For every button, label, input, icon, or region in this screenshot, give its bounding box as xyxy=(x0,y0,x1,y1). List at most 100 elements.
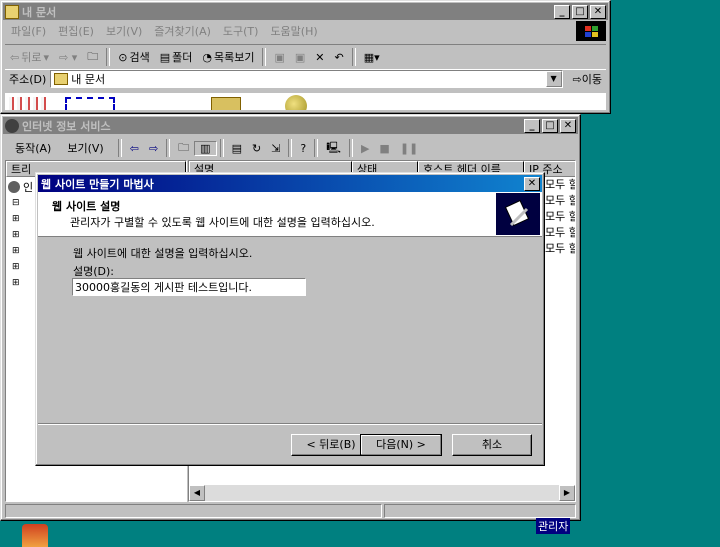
folder-icon[interactable] xyxy=(211,97,241,110)
list-item[interactable]: 모두 할 xyxy=(545,193,575,209)
tree-expander[interactable]: ⊟ xyxy=(12,195,20,211)
back-arrow-icon[interactable]: ⇦ xyxy=(125,142,144,155)
desktop-icon-label[interactable]: 관리자 xyxy=(536,518,571,534)
forward-arrow-icon[interactable]: ⇨ xyxy=(144,142,163,155)
iis-toolbar: 동작(A) 보기(V) ⇦ ⇨ 🗀 ▥ ▤ ↻ ⇲ ? 🖳 ▶ ■ ❚❚ xyxy=(5,137,576,159)
pause-icon[interactable]: ❚❚ xyxy=(395,142,423,155)
tree-expander[interactable]: ⊞ xyxy=(12,211,20,227)
maximize-button[interactable]: □ xyxy=(542,118,558,133)
minimize-button[interactable]: _ xyxy=(554,4,570,19)
refresh-icon[interactable]: ↻ xyxy=(247,142,266,155)
menu-edit[interactable]: 편집(E) xyxy=(52,23,100,39)
scroll-left-icon[interactable]: ◀ xyxy=(189,485,205,501)
menu-view[interactable]: 보기(V) xyxy=(100,23,148,39)
description-field[interactable] xyxy=(72,278,306,296)
menu-action[interactable]: 동작(A) xyxy=(5,140,61,156)
cancel-button[interactable]: 취소 xyxy=(452,434,532,456)
iis-icon xyxy=(5,118,19,133)
explorer-title: 내 문서 xyxy=(22,5,57,19)
close-button[interactable]: ✕ xyxy=(524,176,540,191)
maximize-button[interactable]: □ xyxy=(572,4,588,19)
menu-help[interactable]: 도움말(H) xyxy=(264,23,323,39)
properties-icon[interactable]: ▤ xyxy=(227,142,247,155)
back-button[interactable]: < 뒤로(B) xyxy=(291,434,371,456)
back-button[interactable]: ⇦ 뒤로 ▾ xyxy=(5,49,54,65)
list-item[interactable]: 모두 할 xyxy=(545,177,575,193)
address-bar: 주소(D) 내 문서 ▼ ⇨이동 xyxy=(5,69,606,89)
show-tree-icon[interactable]: ▥ xyxy=(194,140,217,156)
explorer-toolbar: ⇦ 뒤로 ▾ ⇨ ▾ 🗀 ⊙ 검색 ▤ 폴더 ◔ 목록보기 ▣ ▣ ✕ ↶ ▦▾ xyxy=(5,44,606,70)
search-button[interactable]: ⊙ 검색 xyxy=(113,49,154,65)
menu-file[interactable]: 파일(F) xyxy=(5,23,52,39)
toolbar-separator xyxy=(351,48,356,66)
forward-button[interactable]: ⇨ ▾ xyxy=(54,51,82,64)
next-button[interactable]: 다음(N) > xyxy=(360,434,442,456)
windows-logo-icon xyxy=(576,21,606,41)
folders-button[interactable]: ▤ 폴더 xyxy=(155,49,198,65)
folder-icon xyxy=(54,73,69,85)
address-combobox[interactable]: 내 문서 ▼ xyxy=(50,70,563,88)
tree-expander[interactable]: ⊞ xyxy=(12,275,20,291)
history-label: 목록보기 xyxy=(213,51,255,64)
iis-titlebar[interactable]: 인터넷 정보 서비스 _ □ ✕ xyxy=(3,117,578,134)
file-icon[interactable] xyxy=(9,97,49,110)
globe-icon[interactable] xyxy=(285,95,307,110)
go-arrow-icon: ⇨ xyxy=(572,73,582,86)
tree-expander[interactable]: ⊞ xyxy=(12,243,20,259)
wizard-titlebar[interactable]: 웹 사이트 만들기 마법사 ✕ xyxy=(38,175,542,192)
back-label: 뒤로 xyxy=(21,51,42,64)
history-button[interactable]: ◔ 목록보기 xyxy=(197,49,259,65)
views-icon[interactable]: ▦▾ xyxy=(359,51,385,64)
computer-icon[interactable]: 🖳 xyxy=(321,139,346,158)
description-label: 설명(D): xyxy=(73,265,114,278)
dropdown-arrow-icon[interactable]: ▼ xyxy=(545,71,562,87)
desktop-app-icon[interactable] xyxy=(22,524,48,547)
minimize-button[interactable]: _ xyxy=(524,118,540,133)
horizontal-scrollbar[interactable]: ◀ ▶ xyxy=(189,485,575,501)
menu-view[interactable]: 보기(V) xyxy=(61,140,109,156)
wizard-header: 웹 사이트 설명 관리자가 구별할 수 있도록 웹 사이트에 대한 설명을 입력… xyxy=(38,192,542,237)
tree-expander[interactable]: ⊞ xyxy=(12,259,20,275)
history-icon: ◔ xyxy=(202,50,212,64)
scroll-right-icon[interactable]: ▶ xyxy=(559,485,575,501)
website-wizard-dialog: 웹 사이트 만들기 마법사 ✕ 웹 사이트 설명 관리자가 구별할 수 있도록 … xyxy=(35,172,545,466)
move-to-icon[interactable]: ▣ xyxy=(269,51,289,64)
close-button[interactable]: ✕ xyxy=(590,4,606,19)
toolbar-separator xyxy=(117,139,122,157)
address-label: 주소(D) xyxy=(9,73,47,86)
ip-column: 모두 할 모두 할 모두 할 모두 할 모두 할 xyxy=(545,177,575,257)
wizard-heading: 웹 사이트 설명 xyxy=(52,200,121,213)
menu-tools[interactable]: 도구(T) xyxy=(217,23,265,39)
tree-root-label: 인 xyxy=(23,181,34,194)
address-value: 내 문서 xyxy=(71,73,106,86)
menu-favorites[interactable]: 즐겨찾기(A) xyxy=(148,23,217,39)
list-item[interactable]: 모두 할 xyxy=(545,241,575,257)
go-button[interactable]: ⇨이동 xyxy=(569,71,606,87)
file-icon[interactable] xyxy=(65,97,115,110)
wizard-divider xyxy=(38,423,542,425)
up-folder-icon[interactable]: 🗀 xyxy=(82,48,103,67)
up-folder-icon[interactable]: 🗀 xyxy=(173,139,194,158)
delete-icon[interactable]: ✕ xyxy=(310,51,329,64)
tree-root[interactable]: 인 xyxy=(8,179,33,195)
scroll-track[interactable] xyxy=(205,485,559,501)
copy-to-icon[interactable]: ▣ xyxy=(290,51,310,64)
explorer-window: 내 문서 _ □ ✕ 파일(F) 편집(E) 보기(V) 즐겨찾기(A) 도구(… xyxy=(0,0,611,114)
iis-title: 인터넷 정보 서비스 xyxy=(22,119,111,133)
tree-expander[interactable]: ⊞ xyxy=(12,227,20,243)
wizard-prompt: 웹 사이트에 대한 설명을 입력하십시오. xyxy=(73,247,253,260)
close-button[interactable]: ✕ xyxy=(560,118,576,133)
export-icon[interactable]: ⇲ xyxy=(266,142,285,155)
start-icon[interactable]: ▶ xyxy=(356,142,374,155)
toolbar-separator xyxy=(219,139,224,157)
list-item[interactable]: 모두 할 xyxy=(545,209,575,225)
list-item[interactable]: 모두 할 xyxy=(545,225,575,241)
toolbar-separator xyxy=(288,139,293,157)
status-cell xyxy=(384,504,576,518)
toolbar-separator xyxy=(262,48,267,66)
help-icon[interactable]: ? xyxy=(295,142,311,155)
explorer-titlebar[interactable]: 내 문서 _ □ ✕ xyxy=(3,3,608,20)
status-cell xyxy=(5,504,382,518)
stop-icon[interactable]: ■ xyxy=(374,142,394,155)
undo-icon[interactable]: ↶ xyxy=(330,51,349,64)
